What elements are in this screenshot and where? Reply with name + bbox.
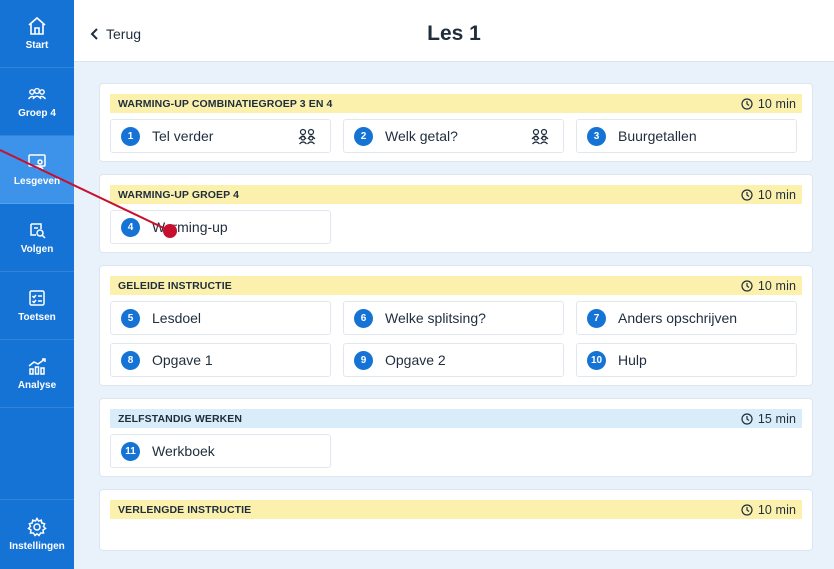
duration-label: 10 min	[757, 502, 796, 517]
section-card: VERLENGDE INSTRUCTIE 10 min	[100, 490, 812, 550]
chart-icon	[28, 358, 46, 375]
section-card: WARMING-UP GROEP 4 10 min 4 Warming-up	[100, 175, 812, 252]
section-card: GELEIDE INSTRUCTIE 10 min 5 Lesdoel 6 We…	[100, 266, 812, 385]
top-header: Terug Les 1	[74, 0, 834, 62]
nav-toetsen[interactable]: Toetsen	[0, 272, 74, 340]
checklist-icon	[29, 290, 45, 306]
duration-label: 10 min	[757, 278, 796, 293]
group-work-icon	[298, 128, 316, 145]
group-icon	[27, 87, 47, 100]
section-title: GELEIDE INSTRUCTIE	[118, 279, 232, 292]
activity-label: Hulp	[618, 352, 647, 368]
activity-welk-getal[interactable]: 2 Welk getal?	[343, 119, 564, 153]
presentation-icon	[28, 154, 46, 170]
gear-icon	[27, 517, 47, 537]
clock-icon	[741, 412, 753, 425]
activity-lesdoel[interactable]: 5 Lesdoel	[110, 301, 331, 335]
nav-label: Instellingen	[9, 541, 65, 552]
activity-number: 5	[121, 308, 140, 328]
activity-number: 6	[354, 308, 373, 328]
activity-number: 9	[354, 350, 373, 370]
activity-number: 7	[587, 308, 606, 328]
nav-instellingen[interactable]: Instellingen	[0, 499, 74, 569]
activity-anders-opschrijven[interactable]: 7 Anders opschrijven	[576, 301, 797, 335]
section-title: ZELFSTANDIG WERKEN	[118, 412, 243, 425]
section-header: GELEIDE INSTRUCTIE 10 min	[110, 276, 802, 295]
activity-welke-splitsing[interactable]: 6 Welke splitsing?	[343, 301, 564, 335]
activity-grid: 1 Tel verder 2 Welk getal? 3 Buurgetalle…	[110, 119, 802, 153]
section-card: ZELFSTANDIG WERKEN 15 min 11 Werkboek	[100, 399, 812, 476]
section-title: VERLENGDE INSTRUCTIE	[118, 503, 252, 516]
nav-label: Groep 4	[18, 108, 56, 119]
activity-opgave-2[interactable]: 9 Opgave 2	[343, 343, 564, 377]
group-work-icon	[531, 128, 549, 145]
section-duration: 10 min	[741, 279, 796, 293]
clock-icon	[741, 188, 753, 201]
nav-analyse[interactable]: Analyse	[0, 340, 74, 408]
activity-label: Opgave 1	[152, 352, 213, 368]
activity-warming-up[interactable]: 4 Warming-up	[110, 210, 331, 244]
lesson-content: WARMING-UP COMBINATIEGROEP 3 EN 4 10 min…	[100, 84, 812, 550]
duration-label: 15 min	[757, 411, 796, 426]
activity-grid: 4 Warming-up	[110, 210, 802, 244]
nav-label: Start	[25, 40, 49, 51]
clock-icon	[741, 279, 753, 292]
clock-icon	[741, 97, 753, 110]
activity-grid: 11 Werkboek	[110, 434, 802, 468]
section-duration: 10 min	[741, 188, 796, 202]
activity-label: Warming-up	[152, 219, 228, 235]
activity-number: 1	[121, 126, 140, 146]
activity-number: 3	[587, 126, 606, 146]
sidebar: Start Groep 4 Lesgeven Volgen Toetsen An…	[0, 0, 74, 569]
activity-label: Werkboek	[152, 443, 215, 459]
section-header: ZELFSTANDIG WERKEN 15 min	[110, 409, 802, 428]
nav-lesgeven[interactable]: Lesgeven	[0, 136, 74, 204]
activity-grid: 5 Lesdoel 6 Welke splitsing? 7 Anders op…	[110, 301, 802, 377]
page-title: Les 1	[427, 22, 481, 45]
nav-volgen[interactable]: Volgen	[0, 204, 74, 272]
activity-buurgetallen[interactable]: 3 Buurgetallen	[576, 119, 797, 153]
activity-tel-verder[interactable]: 1 Tel verder	[110, 119, 331, 153]
activity-number: 8	[121, 350, 140, 370]
section-title: WARMING-UP COMBINATIEGROEP 3 EN 4	[118, 97, 333, 110]
nav-label: Lesgeven	[13, 176, 61, 187]
activity-label: Welk getal?	[385, 128, 458, 144]
section-duration: 15 min	[741, 412, 796, 426]
section-duration: 10 min	[741, 97, 796, 111]
activity-label: Buurgetallen	[618, 128, 697, 144]
nav-label: Toetsen	[18, 312, 56, 323]
section-header: WARMING-UP GROEP 4 10 min	[110, 185, 802, 204]
nav-label: Volgen	[20, 244, 54, 255]
activity-label: Anders opschrijven	[618, 310, 738, 326]
home-icon	[28, 16, 46, 35]
activity-werkboek[interactable]: 11 Werkboek	[110, 434, 331, 468]
clock-icon	[741, 503, 753, 516]
activity-label: Opgave 2	[385, 352, 446, 368]
duration-label: 10 min	[757, 187, 796, 202]
activity-number: 2	[354, 126, 373, 146]
activity-hulp[interactable]: 10 Hulp	[576, 343, 797, 377]
track-icon	[30, 223, 46, 239]
duration-label: 10 min	[757, 96, 796, 111]
nav-label: Analyse	[17, 380, 57, 391]
activity-label: Lesdoel	[152, 310, 202, 326]
activity-number: 4	[121, 217, 140, 237]
section-header: WARMING-UP COMBINATIEGROEP 3 EN 4 10 min	[110, 94, 802, 113]
section-duration: 10 min	[741, 503, 796, 517]
nav-start[interactable]: Start	[0, 0, 74, 68]
activity-label: Welke splitsing?	[385, 310, 486, 326]
activity-number: 10	[587, 350, 606, 370]
section-header: VERLENGDE INSTRUCTIE 10 min	[110, 500, 802, 519]
activity-number: 11	[121, 441, 140, 461]
activity-opgave-1[interactable]: 8 Opgave 1	[110, 343, 331, 377]
section-title: WARMING-UP GROEP 4	[118, 188, 240, 201]
activity-label: Tel verder	[152, 128, 214, 144]
section-card: WARMING-UP COMBINATIEGROEP 3 EN 4 10 min…	[100, 84, 812, 161]
nav-groep[interactable]: Groep 4	[0, 68, 74, 136]
